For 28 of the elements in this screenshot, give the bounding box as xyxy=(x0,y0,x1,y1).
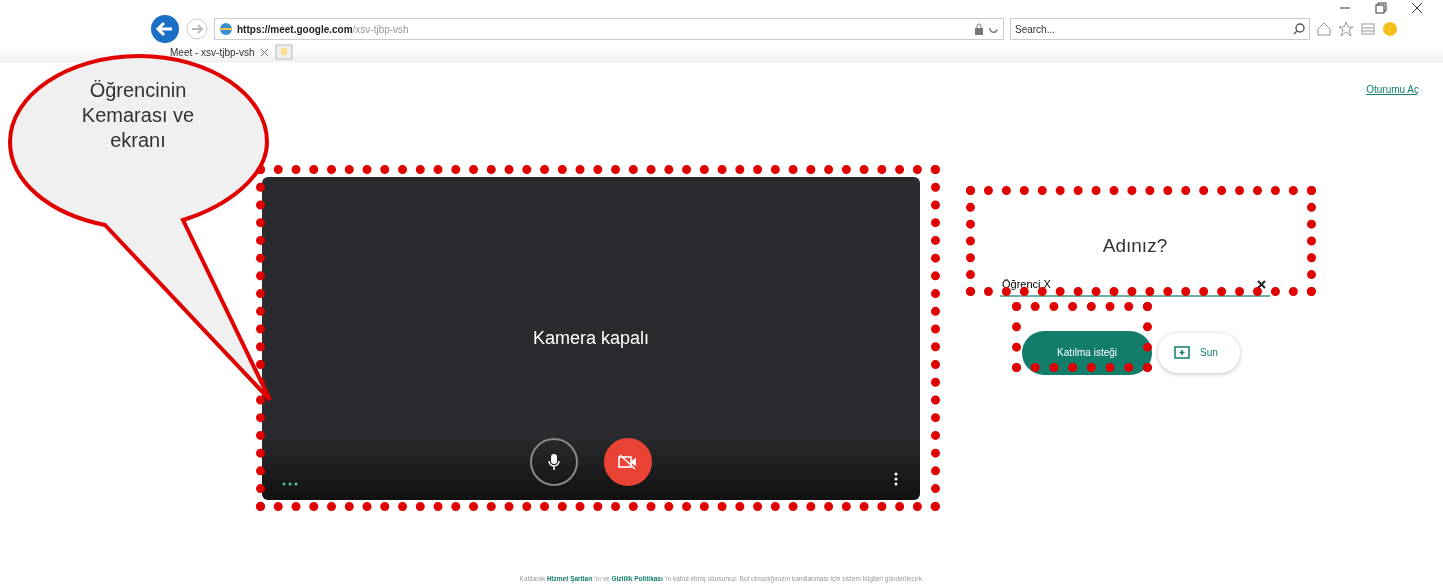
more-icon[interactable] xyxy=(894,472,898,486)
browser-tab[interactable]: Meet - xsv-tjbp-vsh xyxy=(170,44,255,60)
microphone-button[interactable] xyxy=(530,438,578,486)
globe-icon xyxy=(219,22,233,36)
callout-text: Öğrencinin Kemarası ve ekranı xyxy=(80,78,196,153)
dots-icon xyxy=(282,482,298,486)
join-title: Adınız? xyxy=(1101,234,1169,258)
camera-status: Kamera kapalı xyxy=(532,327,650,350)
present-icon xyxy=(1174,346,1190,359)
name-field[interactable]: Öğrenci X xyxy=(1000,275,1253,294)
camera-off-icon xyxy=(618,454,638,470)
restore-icon[interactable] xyxy=(1375,2,1387,14)
sign-in-link[interactable]: Oturumu Aç xyxy=(1366,82,1419,97)
search-icon[interactable] xyxy=(1293,23,1305,35)
close-icon xyxy=(1257,280,1266,289)
present-button[interactable]: Sun xyxy=(1158,332,1240,373)
address-bar[interactable]: https://meet.google.com/xsv-tjbp-vsh xyxy=(214,18,1004,40)
search-placeholder: Search... xyxy=(1015,22,1056,37)
microphone-icon xyxy=(547,453,561,471)
home-icon[interactable] xyxy=(1316,21,1332,37)
lock-icon xyxy=(974,23,984,35)
star-icon[interactable] xyxy=(1338,21,1354,37)
close-icon[interactable] xyxy=(1411,2,1423,14)
camera-button[interactable] xyxy=(604,438,652,486)
url-text: https://meet.google.com/xsv-tjbp-vsh xyxy=(237,22,409,37)
join-request-button[interactable]: Katılma isteği xyxy=(1022,330,1152,375)
back-icon[interactable] xyxy=(150,14,180,44)
search-field[interactable]: Search... xyxy=(1010,18,1310,40)
